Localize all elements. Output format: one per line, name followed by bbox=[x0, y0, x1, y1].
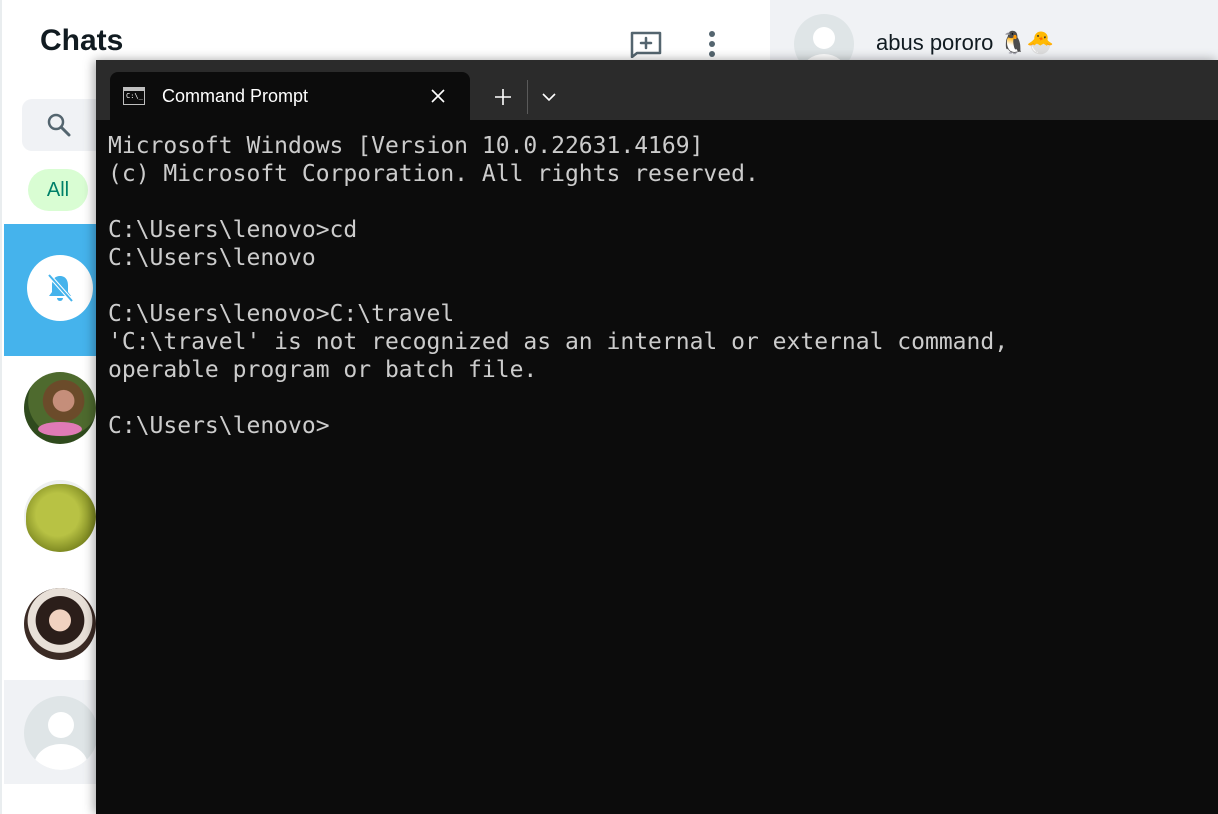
terminal-line: C:\Users\lenovo bbox=[108, 245, 316, 271]
terminal-line: 'C:\travel' is not recognized as an inte… bbox=[108, 329, 1009, 355]
terminal-prompt[interactable]: C:\Users\lenovo> bbox=[108, 412, 1208, 440]
terminal-output[interactable]: Microsoft Windows [Version 10.0.22631.41… bbox=[108, 132, 1208, 802]
default-avatar-icon bbox=[24, 696, 98, 770]
search-icon bbox=[47, 113, 71, 137]
terminal-line: C:\Users\lenovo>C:\travel bbox=[108, 301, 455, 327]
new-tab-button[interactable] bbox=[488, 82, 518, 112]
tab-title: Command Prompt bbox=[162, 86, 309, 106]
close-icon bbox=[431, 89, 445, 103]
terminal-line: Microsoft Windows [Version 10.0.22631.41… bbox=[108, 133, 704, 159]
terminal-line: C:\Users\lenovo>cd bbox=[108, 217, 358, 243]
muted-bell-icon bbox=[47, 273, 74, 303]
plus-icon bbox=[495, 89, 511, 105]
close-tab-button[interactable] bbox=[426, 84, 450, 108]
cmd-icon: C:\_ bbox=[123, 87, 145, 105]
tab-dropdown-button[interactable] bbox=[534, 82, 564, 112]
new-chat-button[interactable] bbox=[626, 26, 666, 62]
filter-all-chip[interactable]: All bbox=[28, 169, 88, 211]
kebab-menu-icon bbox=[709, 31, 715, 57]
avatar[interactable] bbox=[24, 480, 96, 552]
terminal-line: operable program or batch file. bbox=[108, 357, 538, 383]
menu-button[interactable] bbox=[696, 26, 728, 62]
new-chat-icon bbox=[630, 31, 662, 58]
terminal-line: (c) Microsoft Corporation. All rights re… bbox=[108, 161, 759, 187]
terminal-title-bar[interactable]: C:\_ Command Prompt bbox=[96, 60, 1218, 120]
divider bbox=[527, 80, 528, 114]
command-prompt-window[interactable]: C:\_ Command Prompt Microsoft Windows [V… bbox=[96, 60, 1218, 814]
chevron-down-icon bbox=[542, 93, 556, 102]
avatar[interactable] bbox=[24, 588, 96, 660]
page-title: Chats bbox=[40, 24, 124, 57]
avatar[interactable] bbox=[24, 372, 96, 444]
avatar bbox=[27, 255, 93, 321]
tab-command-prompt[interactable]: C:\_ Command Prompt bbox=[110, 72, 470, 120]
contact-name[interactable]: abus pororo 🐧🐣 bbox=[876, 30, 1054, 56]
